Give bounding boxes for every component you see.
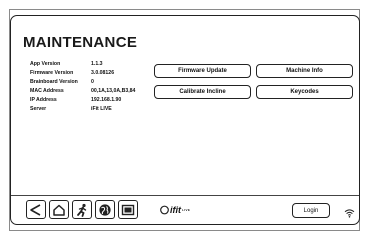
screen-icon [121,204,135,215]
info-value: iFit LIVE [91,106,112,112]
info-label: MAC Address [30,88,64,94]
back-button[interactable] [26,200,46,219]
logo-suffix: LIVE [182,208,191,212]
wifi-icon [344,209,355,218]
ifit-live-logo: ifit LIVE [160,203,190,217]
runner-icon [77,203,87,217]
info-label: IP Address [30,97,57,103]
home-button[interactable] [49,200,69,219]
calibrate-incline-button[interactable]: Calibrate Incline [154,85,251,99]
info-label: Brainboard Version [30,79,78,85]
machine-info-button[interactable]: Machine Info [256,64,353,78]
footer-divider [11,195,359,196]
globe-button[interactable] [95,200,115,219]
info-value: 3.0.08126 [91,70,115,76]
firmware-update-button[interactable]: Firmware Update [154,64,251,78]
info-value: 0 [91,79,94,85]
info-label: Server [30,106,47,112]
globe-icon [99,203,111,216]
info-value: 1.1.3 [91,61,103,67]
back-icon [30,203,41,216]
info-label: App Version [30,61,61,67]
info-value: 192.168.1.90 [91,97,122,103]
login-button[interactable]: Login [292,203,330,218]
logo-word: ifit [170,205,181,215]
page-title: MAINTENANCE [23,34,138,51]
keycodes-button[interactable]: Keycodes [256,85,353,99]
wifi-status [344,205,355,223]
home-icon [53,204,65,216]
workout-button[interactable] [72,200,92,219]
info-value: 00,1A,13,0A,B3,84 [91,88,136,94]
screen-button[interactable] [118,200,138,219]
info-label: Firmware Version [30,70,74,76]
ifit-logo-icon [160,205,169,215]
